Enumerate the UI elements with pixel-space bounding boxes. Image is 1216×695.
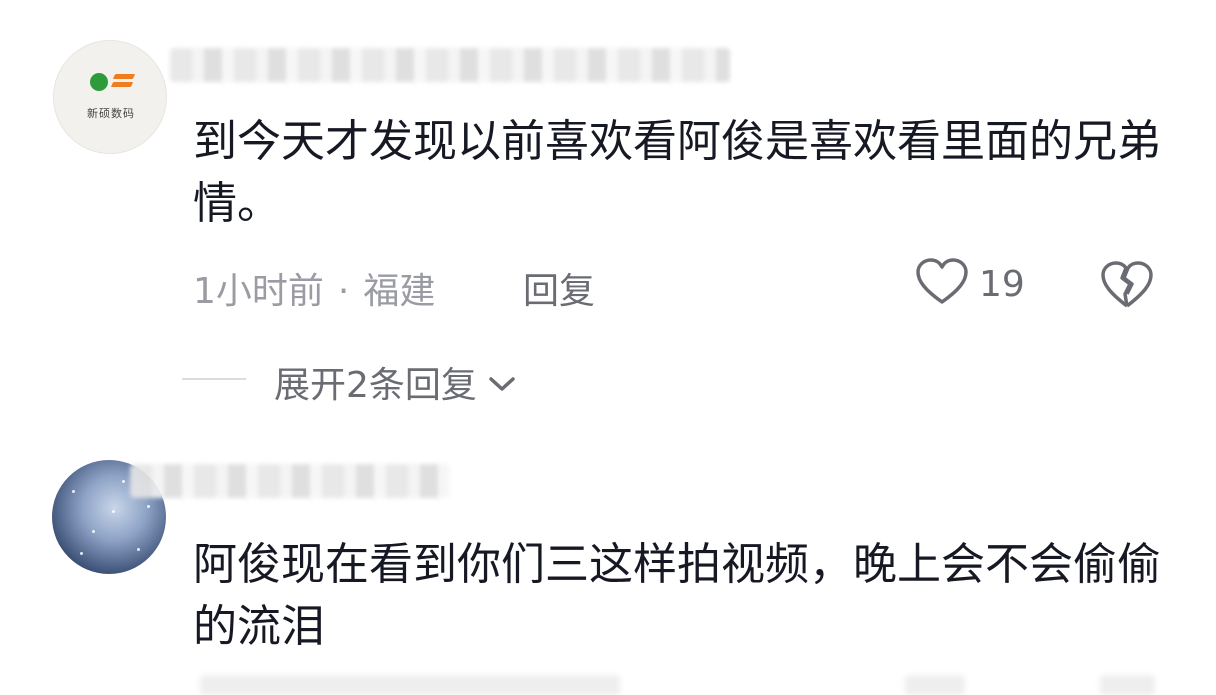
username-blurred[interactable] bbox=[130, 464, 450, 498]
broken-heart-icon bbox=[1100, 261, 1154, 314]
expand-replies-label: 展开2条回复 bbox=[274, 365, 477, 406]
comment-location: 福建 bbox=[363, 271, 436, 312]
like-count: 19 bbox=[979, 263, 1025, 305]
heart-outline-icon bbox=[915, 258, 969, 310]
expand-replies-button[interactable]: 展开2条回复 bbox=[274, 356, 517, 408]
chevron-down-icon bbox=[477, 362, 517, 403]
comment-text: 阿俊现在看到你们三这样拍视频，晚上会不会偷偷的流泪 bbox=[193, 539, 1161, 652]
dislike-button[interactable] bbox=[1100, 260, 1154, 314]
username-blurred[interactable] bbox=[170, 48, 730, 82]
like-button[interactable]: 19 bbox=[915, 258, 1025, 310]
comment-time: 1小时前 bbox=[193, 271, 324, 312]
comment-text: 到今天才发现以前喜欢看阿俊是喜欢看里面的兄弟情。 bbox=[193, 116, 1161, 229]
avatar[interactable]: 新硕数码 bbox=[53, 40, 167, 154]
expand-divider bbox=[182, 378, 246, 380]
next-comment-peek bbox=[200, 675, 620, 695]
brand-logo-icon bbox=[90, 73, 136, 93]
avatar-brand-text: 新硕数码 bbox=[87, 107, 135, 120]
next-comment-peek bbox=[1100, 675, 1155, 695]
next-comment-peek bbox=[905, 675, 965, 695]
comment-meta: 1小时前 · 福建 bbox=[193, 262, 435, 314]
reply-button[interactable]: 回复 bbox=[523, 262, 595, 314]
meta-separator: · bbox=[337, 271, 350, 312]
